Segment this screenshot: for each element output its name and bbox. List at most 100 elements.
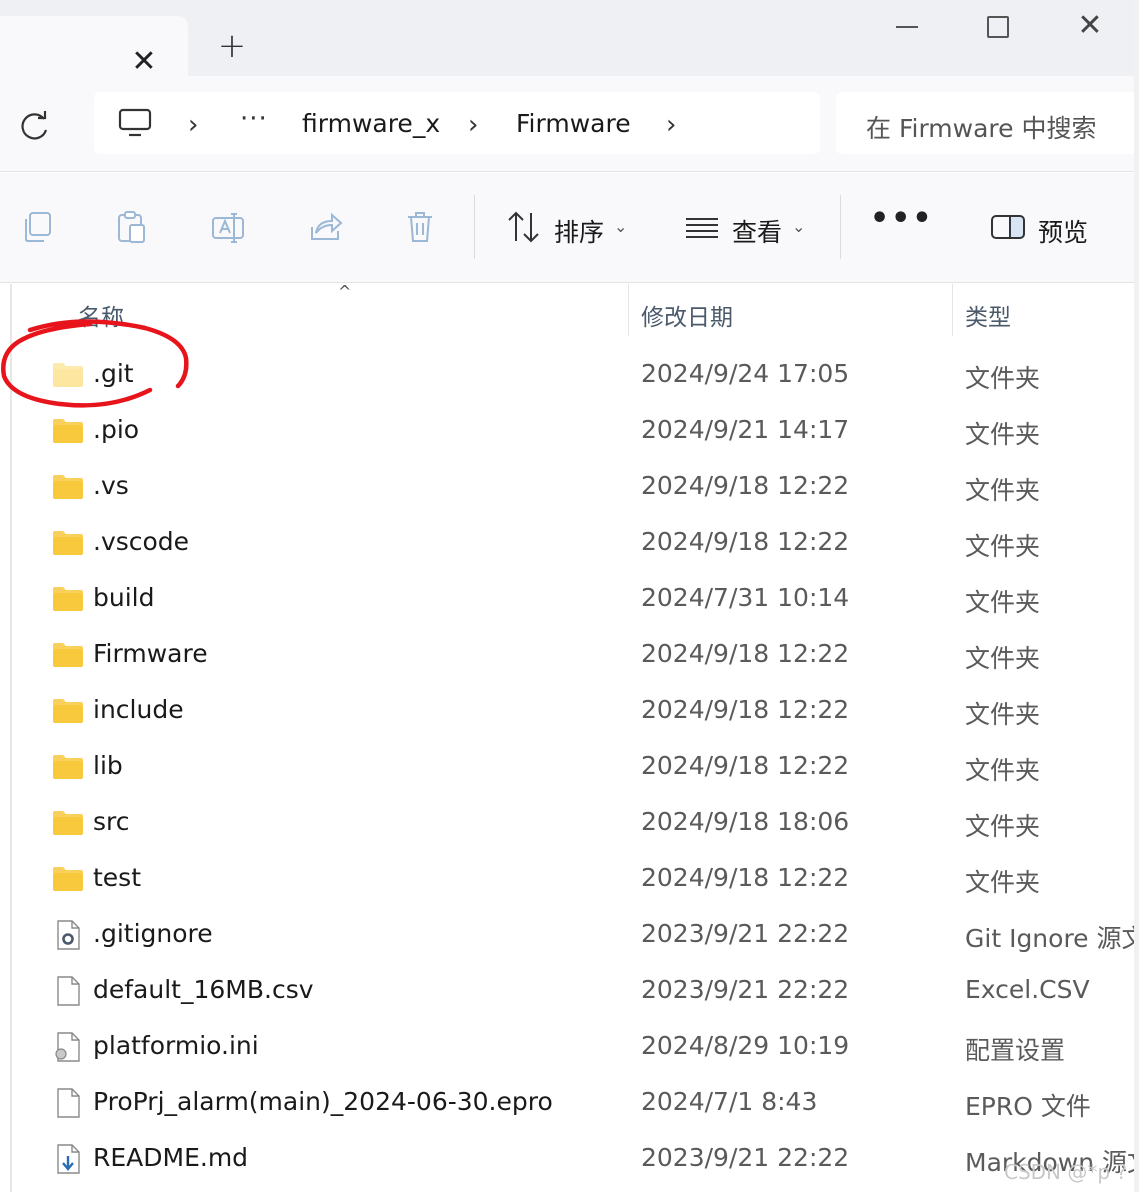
minimize-button[interactable] — [884, 8, 928, 44]
file-modified-date: 2024/9/18 12:22 — [641, 695, 850, 724]
rename-icon[interactable] — [210, 209, 246, 245]
more-options-button[interactable]: ••• — [870, 201, 934, 236]
file-type: 文件夹 — [965, 812, 1041, 841]
folder-icon — [53, 419, 83, 443]
folder-icon — [53, 531, 83, 555]
settings-file-icon — [55, 1032, 80, 1062]
paste-icon[interactable] — [114, 209, 150, 245]
file-modified-date: 2024/9/18 12:22 — [641, 527, 850, 556]
breadcrumb-firmware-x[interactable]: firmware_x — [302, 109, 440, 138]
file-type: 文件夹 — [965, 644, 1041, 673]
breadcrumb-separator[interactable]: › — [666, 110, 676, 140]
file-row[interactable]: .git 2024/9/24 17:05 文件夹 — [0, 346, 1139, 402]
file-row[interactable]: lib 2024/9/18 12:22 文件夹 — [0, 738, 1139, 794]
watermark: CSDN @*p ? — [1004, 1160, 1128, 1184]
file-row[interactable]: platformio.ini 2024/8/29 10:19 配置设置 — [0, 1018, 1139, 1074]
file-modified-date: 2023/9/21 22:22 — [641, 1143, 850, 1172]
new-tab-button[interactable]: + — [214, 29, 250, 66]
folder-icon — [53, 643, 83, 667]
chevron-down-icon[interactable]: ⌄ — [614, 217, 627, 236]
file-row[interactable]: ProPrj_alarm(main)_2024-06-30.epro 2024/7… — [0, 1074, 1139, 1130]
file-modified-date: 2024/9/18 12:22 — [641, 471, 850, 500]
file-row[interactable]: build 2024/7/31 10:14 文件夹 — [0, 570, 1139, 626]
column-header-modified[interactable]: 修改日期 — [641, 298, 733, 332]
file-name: include — [93, 695, 184, 724]
sort-button-label[interactable]: 排序 — [554, 213, 604, 249]
file-row[interactable]: src 2024/9/18 18:06 文件夹 — [0, 794, 1139, 850]
preview-button-label[interactable]: 预览 — [1038, 213, 1088, 249]
file-name: .pio — [93, 415, 140, 444]
file-row[interactable]: .vscode 2024/9/18 12:22 文件夹 — [0, 514, 1139, 570]
window-edge — [1134, 0, 1139, 1192]
breadcrumb-overflow[interactable]: ··· — [240, 104, 268, 134]
file-type: 文件夹 — [965, 476, 1041, 505]
sort-icon[interactable] — [506, 209, 542, 245]
gear-file-icon — [57, 920, 80, 950]
file-modified-date: 2024/9/18 12:22 — [641, 751, 850, 780]
column-header-type[interactable]: 类型 — [965, 298, 1011, 332]
column-divider[interactable] — [952, 284, 953, 336]
folder-icon — [53, 755, 83, 779]
file-name: platformio.ini — [93, 1031, 259, 1060]
chevron-down-icon[interactable]: ⌄ — [792, 217, 805, 236]
file-name: .vs — [93, 471, 129, 500]
file-row[interactable]: default_16MB.csv 2023/9/21 22:22 Excel.CSV — [0, 962, 1139, 1018]
maximize-button[interactable] — [974, 8, 1018, 44]
file-type: 文件夹 — [965, 700, 1041, 729]
file-modified-date: 2024/8/29 10:19 — [641, 1031, 850, 1060]
preview-pane-icon[interactable] — [990, 209, 1026, 245]
file-row[interactable]: README.md2023/9/21 22:22Markdown 源文件 — [0, 1130, 1139, 1186]
file-name: .vscode — [93, 527, 190, 556]
file-name: test — [93, 863, 142, 892]
file-row[interactable]: include 2024/9/18 12:22 文件夹 — [0, 682, 1139, 738]
column-divider[interactable] — [628, 284, 629, 336]
search-input[interactable]: 在 Firmware 中搜索 — [836, 92, 1139, 154]
file-modified-date: 2024/9/18 18:06 — [641, 807, 850, 836]
view-button-label[interactable]: 查看 — [732, 213, 782, 249]
search-placeholder: 在 Firmware 中搜索 — [866, 114, 1097, 143]
tab-close-icon[interactable]: ✕ — [128, 47, 160, 77]
file-type: 配置设置 — [965, 1036, 1066, 1065]
file-list: ^ 名称 修改日期 类型 .git 2024/9/24 17:05 文件夹 .pio… — [0, 282, 1139, 1192]
view-icon[interactable] — [684, 209, 720, 245]
share-icon[interactable] — [308, 209, 344, 245]
hidden-folder-icon — [53, 363, 83, 387]
file-row[interactable]: .vs 2024/9/18 12:22 文件夹 — [0, 458, 1139, 514]
breadcrumb-separator[interactable]: › — [188, 110, 198, 140]
breadcrumb-separator[interactable]: › — [468, 110, 478, 140]
breadcrumb-firmware[interactable]: Firmware — [516, 109, 631, 138]
file-row[interactable]: Firmware 2024/9/18 12:22 文件夹 — [0, 626, 1139, 682]
file-modified-date: 2024/7/31 10:14 — [641, 583, 850, 612]
file-modified-date: 2024/9/18 12:22 — [641, 639, 850, 668]
folder-icon — [53, 811, 83, 835]
folder-icon — [53, 699, 83, 723]
title-bar: ✕ + ✕ — [0, 0, 1139, 77]
delete-icon[interactable] — [402, 209, 438, 245]
column-header-name[interactable]: 名称 — [78, 298, 124, 332]
file-modified-date: 2024/9/18 12:22 — [641, 863, 850, 892]
explorer-tab[interactable]: ✕ — [0, 16, 188, 77]
file-type: Excel.CSV — [965, 975, 1090, 1004]
command-bar: 排序 ⌄ 查看 ⌄ ••• 预览 — [0, 173, 1139, 283]
file-name: ProPrj_alarm(main)_2024-06-30.epro — [93, 1087, 553, 1116]
file-name: .git — [93, 359, 134, 388]
sort-ascending-icon: ^ — [338, 282, 352, 301]
address-bar[interactable]: › ··· firmware_x › Firmware › — [94, 92, 820, 154]
close-window-button[interactable]: ✕ — [1068, 8, 1112, 44]
copy-icon[interactable] — [20, 209, 56, 245]
file-name: README.md — [93, 1143, 249, 1172]
file-name: src — [93, 807, 130, 836]
refresh-icon[interactable] — [14, 106, 54, 146]
file-name: .gitignore — [93, 919, 213, 948]
file-name: build — [93, 583, 155, 612]
file-name: default_16MB.csv — [93, 975, 314, 1004]
file-row[interactable]: test 2024/9/18 12:22 文件夹 — [0, 850, 1139, 906]
file-row[interactable]: .gitignore 2023/9/21 22:22 Git Ignore 源文件 — [0, 906, 1139, 962]
markdown-file-icon — [57, 1144, 80, 1174]
file-icon — [57, 1088, 80, 1118]
computer-icon[interactable] — [118, 108, 152, 138]
file-row[interactable]: .pio 2024/9/21 14:17 文件夹 — [0, 402, 1139, 458]
toolbar-divider — [474, 195, 475, 259]
address-row: › ··· firmware_x › Firmware › 在 Firmware… — [0, 76, 1139, 172]
file-type: EPRO 文件 — [965, 1092, 1091, 1121]
